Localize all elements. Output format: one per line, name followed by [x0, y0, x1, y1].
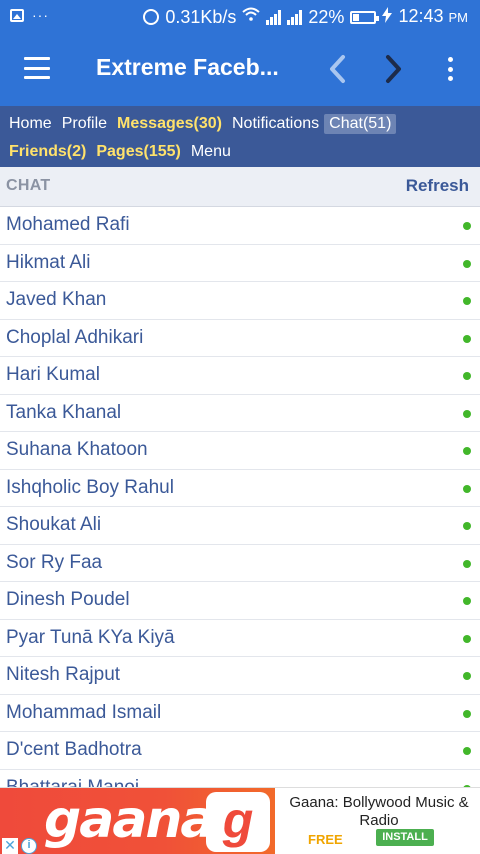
ad-close-icon[interactable]: ✕	[2, 838, 18, 854]
online-status-icon	[463, 709, 471, 718]
ad-info-icon[interactable]: i	[21, 838, 37, 854]
ad-title: Gaana: Bollywood Music & Radio	[289, 794, 469, 829]
chat-contact-row[interactable]: Mohamed Rafi	[0, 207, 480, 245]
battery-icon	[350, 10, 380, 24]
chat-contact-name: D'cent Badhotra	[6, 739, 142, 760]
facebook-nav: Home Profile Messages(30) Notifications Chat…	[0, 106, 480, 167]
clock-time: 12:43	[398, 6, 444, 26]
more-notifications-icon: ···	[32, 7, 49, 23]
chat-contact-name: Pyar Tunā KYa Kiyā	[6, 626, 175, 648]
facebook-nav-row-1: Home Profile Messages(30) Notifications Chat…	[4, 110, 480, 138]
chat-contact-row[interactable]: Pyar Tunā KYa Kiyā	[0, 620, 480, 657]
chat-contact-row[interactable]: Tanka Khanal	[0, 395, 480, 432]
chat-contact-name: Dinesh Poudel	[6, 589, 130, 610]
nav-link-notifications[interactable]: Notifications	[227, 114, 324, 134]
chat-contact-row[interactable]: Hikmat Ali	[0, 245, 480, 282]
chat-contact-row[interactable]: Ishqholic Boy Rahul	[0, 470, 480, 507]
chat-contact-row[interactable]: Sor Ry Faa	[0, 545, 480, 582]
clock-suffix: PM	[448, 10, 469, 25]
nav-link-friends[interactable]: Friends(2)	[4, 142, 91, 162]
ad-price: FREE	[308, 832, 343, 847]
nav-link-messages[interactable]: Messages(30)	[112, 114, 227, 134]
clock: 12:43 PM	[398, 5, 468, 29]
online-status-icon	[463, 484, 471, 493]
chat-header: CHAT Refresh	[0, 167, 480, 207]
online-status-icon	[463, 334, 471, 343]
chat-contact-name: Bhattarai Manoj	[6, 776, 140, 788]
online-status-icon	[463, 297, 471, 305]
online-status-icon	[463, 597, 471, 605]
chat-contact-name: Choplal Adhikari	[6, 326, 144, 348]
chat-contact-name: Javed Khan	[6, 289, 107, 310]
wifi-icon	[242, 6, 261, 28]
ad-logo-wordmark: gaana	[44, 790, 216, 850]
online-status-icon	[463, 259, 471, 268]
ad-banner[interactable]: gaana g ✕ i Gaana: Bollywood Music & Rad…	[0, 787, 480, 854]
chat-contact-name: Hari Kumal	[6, 364, 100, 385]
nav-link-chat[interactable]: Chat(51)	[324, 114, 397, 134]
chat-contact-row[interactable]: Choplal Adhikari	[0, 320, 480, 357]
app-title: Extreme Faceb...	[96, 54, 279, 80]
chat-contact-name: Tanka Khanal	[6, 401, 122, 423]
chat-section-title: CHAT	[6, 177, 51, 194]
chat-contact-row[interactable]: Hari Kumal	[0, 357, 480, 395]
online-status-icon	[463, 222, 471, 230]
chat-contact-name: Mohammad Ismail	[6, 701, 162, 723]
charging-bolt-icon	[382, 6, 393, 28]
online-status-icon	[463, 634, 471, 643]
ad-app-icon-letter: g	[222, 792, 254, 848]
status-right: 0.31Kb/s 22% 12:43 PM	[143, 5, 468, 29]
online-status-icon	[463, 447, 471, 455]
hamburger-menu-icon[interactable]	[24, 57, 50, 79]
chat-contact-name: Hikmat Ali	[6, 251, 91, 273]
ad-app-icon: g	[206, 792, 270, 852]
online-status-icon	[463, 559, 471, 568]
facebook-nav-row-2: Friends(2) Pages(155) Menu	[4, 138, 480, 166]
chat-contact-row[interactable]: Nitesh Rajput	[0, 657, 480, 695]
gallery-notification-icon	[10, 8, 24, 22]
chat-contact-name: Mohamed Rafi	[6, 214, 130, 235]
forward-arrow-icon[interactable]	[378, 54, 408, 84]
alarm-icon	[143, 9, 160, 25]
nav-link-menu[interactable]: Menu	[186, 142, 236, 162]
chat-contact-row[interactable]: Dinesh Poudel	[0, 582, 480, 620]
chat-contact-name: Sor Ry Faa	[6, 551, 103, 573]
back-arrow-icon[interactable]	[324, 54, 354, 84]
overflow-menu-icon[interactable]	[440, 54, 460, 84]
chat-contact-row[interactable]: Bhattarai Manoj	[0, 770, 480, 788]
online-status-icon	[463, 372, 471, 380]
chat-contact-name: Ishqholic Boy Rahul	[6, 476, 174, 498]
signal-sim2-icon	[287, 9, 303, 25]
ad-logo[interactable]: gaana g	[0, 788, 275, 854]
chat-contact-row[interactable]: D'cent Badhotra	[0, 732, 480, 770]
online-status-icon	[463, 747, 471, 755]
online-status-icon	[463, 409, 471, 418]
chat-contact-name: Nitesh Rajput	[6, 664, 121, 685]
refresh-link[interactable]: Refresh	[406, 176, 469, 196]
online-status-icon	[463, 672, 471, 680]
status-bar: ··· 0.31Kb/s 22% 12:43 PM	[0, 0, 480, 32]
chat-contact-list: Mohamed Rafi Hikmat Ali Javed Khan Choplal …	[0, 207, 480, 787]
chat-contact-row[interactable]: Shoukat Ali	[0, 507, 480, 545]
chat-contact-name: Shoukat Ali	[6, 514, 102, 535]
signal-sim1-icon	[266, 9, 282, 25]
online-status-icon	[463, 522, 471, 530]
chat-contact-row[interactable]: Javed Khan	[0, 282, 480, 320]
ad-install-button[interactable]: INSTALL	[376, 829, 434, 846]
chat-contact-row[interactable]: Mohammad Ismail	[0, 695, 480, 732]
network-speed: 0.31Kb/s	[165, 7, 237, 27]
status-left: ···	[10, 8, 49, 22]
nav-link-home[interactable]: Home	[4, 114, 57, 134]
battery-percent: 22%	[308, 7, 345, 27]
chat-contact-name: Suhana Khatoon	[6, 439, 148, 460]
chat-contact-row[interactable]: Suhana Khatoon	[0, 432, 480, 470]
nav-link-pages[interactable]: Pages(155)	[91, 142, 186, 162]
nav-link-profile[interactable]: Profile	[57, 114, 112, 134]
app-bar: Extreme Faceb...	[0, 32, 480, 106]
